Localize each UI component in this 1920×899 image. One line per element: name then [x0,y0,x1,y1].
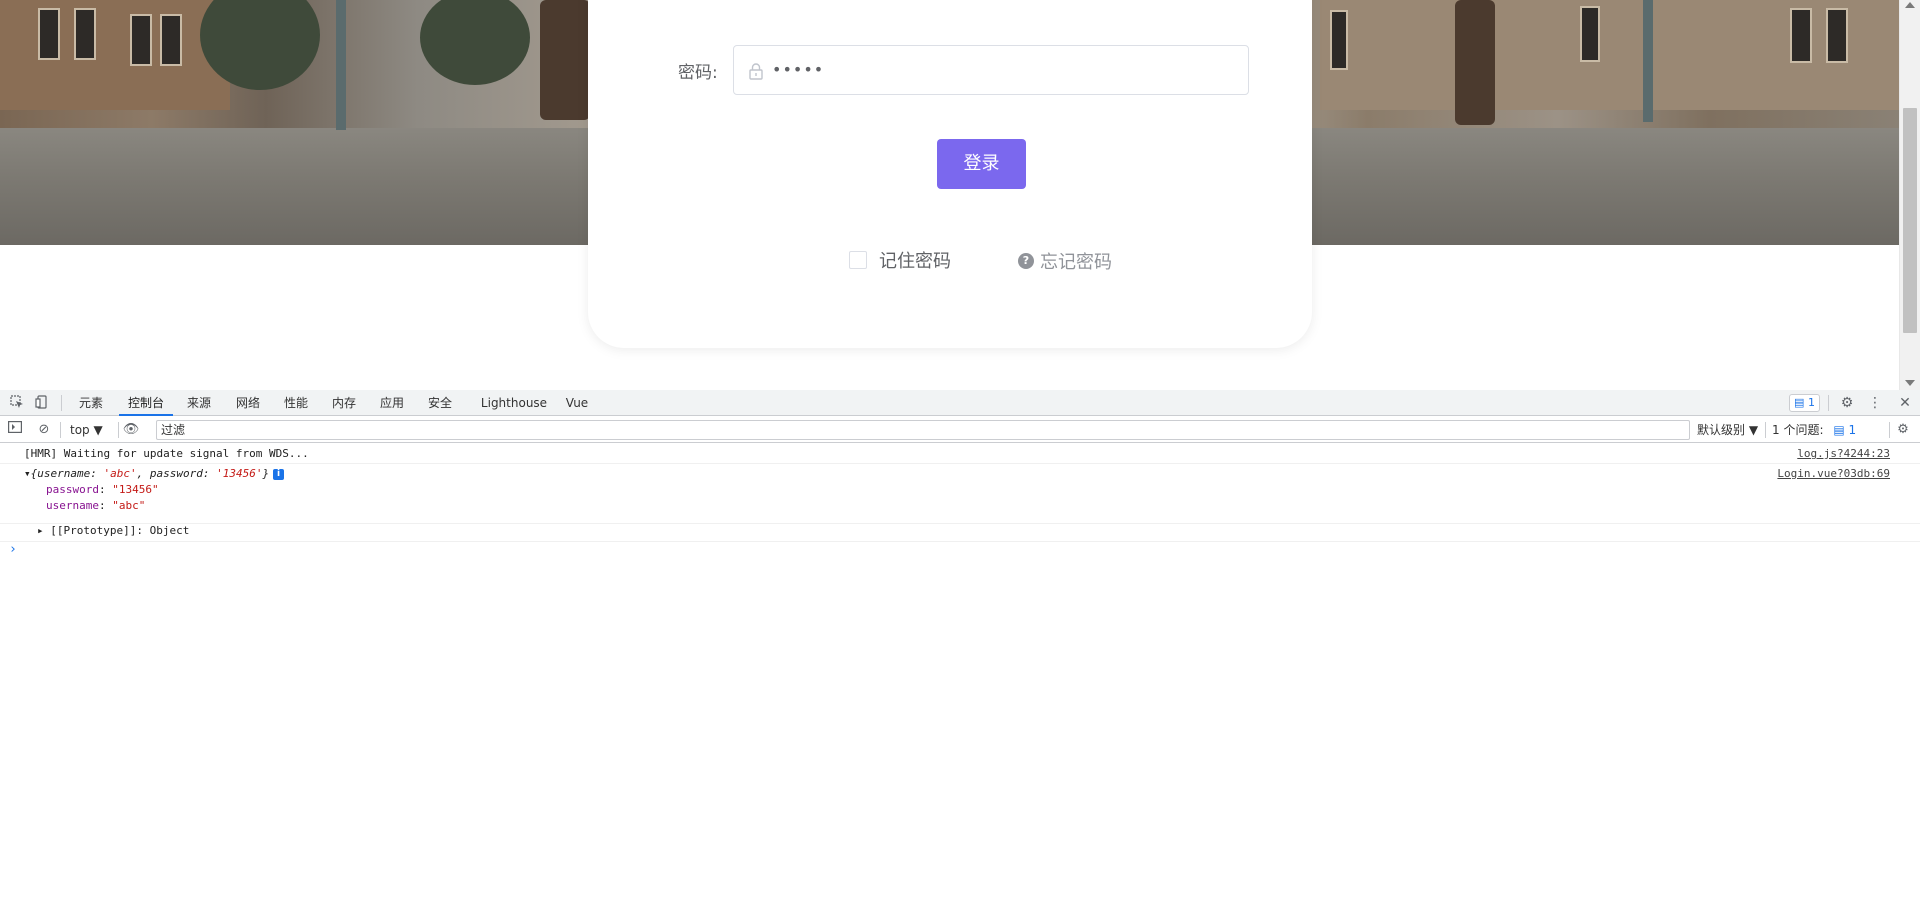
console-message: [HMR] Waiting for update signal from WDS… [0,444,1920,464]
issues-badge-count: 1 [1807,396,1815,409]
device-toolbar-icon[interactable] [34,395,50,411]
tab-memory[interactable]: 内存 [329,390,359,416]
console-toolbar: ⊘ top ▼ 👁 过滤 默认级别 ▼ 1 个问题: ▤ 1 ⚙ [0,417,1920,443]
issues-count-badge: ▤ 1 [1833,423,1857,437]
devtools-tab-bar: 元素 控制台 来源 网络 性能 内存 应用 安全 Lighthouse Vue … [0,390,1920,416]
property-value: "abc" [112,499,146,512]
background-window [1790,8,1812,63]
scroll-thumb[interactable] [1903,108,1917,333]
page-scrollbar[interactable] [1899,0,1920,390]
object-summary[interactable]: ▾{username: 'abc', password: '13456'} i [24,467,285,480]
collapse-triangle-icon[interactable]: ▸ [37,524,44,537]
toolbar-separator [1889,422,1890,438]
gear-icon[interactable]: ⚙ [1838,394,1856,412]
issues-count: 1 [1848,423,1857,437]
message-source-link[interactable]: Login.vue?03db:69 [1777,467,1890,480]
remember-checkbox[interactable] [849,251,867,269]
context-value: top [70,423,90,437]
background-window [1580,6,1600,62]
background-window [130,14,152,66]
background-window [1330,10,1348,70]
hmr-message: [HMR] Waiting for update signal from WDS… [24,447,309,460]
tab-application[interactable]: 应用 [377,390,407,416]
tab-performance[interactable]: 性能 [281,390,311,416]
tab-elements[interactable]: 元素 [76,390,106,416]
background-lamp-pole [336,0,346,130]
scroll-up-arrow-icon[interactable] [1905,2,1915,8]
toolbar-separator [118,422,119,438]
console-settings-gear-icon[interactable]: ⚙ [1894,421,1912,439]
dropdown-arrow-icon: ▼ [1748,423,1759,437]
tab-network[interactable]: 网络 [233,390,263,416]
tab-lighthouse[interactable]: Lighthouse [478,390,550,416]
console-message: ▸ [[Prototype]]: Object [0,524,1920,542]
background-tree-trunk [1455,0,1495,125]
tab-console[interactable]: 控制台 [119,390,173,416]
log-level-value: 默认级别 [1697,423,1746,437]
tab-separator [61,395,62,411]
clear-console-icon[interactable]: ⊘ [35,421,53,439]
object-summary-mid: , password: [136,467,217,480]
object-summary-username: 'abc' [103,467,137,480]
toolbar-separator [60,422,61,438]
background-tree-trunk [540,0,590,120]
tab-separator [1828,395,1829,411]
object-property: username: "abc" [46,499,146,512]
background-building [1320,0,1899,110]
tab-security[interactable]: 安全 [425,390,455,416]
password-label: 密码: [678,63,718,83]
forgot-label: 忘记密码 [1040,252,1112,273]
login-button[interactable]: 登录 [937,139,1026,189]
sidebar-toggle-icon[interactable] [6,421,24,439]
live-expression-icon[interactable]: 👁 [122,421,140,439]
property-value: "13456" [112,483,159,496]
info-icon[interactable]: i [273,468,285,480]
background-window [1826,8,1848,63]
lock-icon [748,62,764,80]
property-key: username [46,499,99,512]
devtools-panel: 元素 控制台 来源 网络 性能 内存 应用 安全 Lighthouse Vue … [0,390,1920,899]
scroll-down-arrow-icon[interactable] [1905,380,1915,386]
object-summary-password: '13456' [216,467,263,480]
context-select[interactable]: top ▼ [70,421,103,439]
question-circle-icon: ? [1018,253,1034,269]
password-input[interactable]: ••••• [733,45,1249,95]
console-output: [HMR] Waiting for update signal from WDS… [0,444,1920,899]
close-icon[interactable]: ✕ [1896,394,1914,412]
login-card: 密码: ••••• 登录 记住密码 ? 忘记密码 [588,0,1312,348]
message-source-link[interactable]: log.js?4244:23 [1797,447,1890,460]
tab-sources[interactable]: 来源 [184,390,214,416]
object-property: password: "13456" [46,483,159,496]
prototype-row[interactable]: ▸ [[Prototype]]: Object [37,524,189,537]
toolbar-separator [1765,422,1766,438]
issues-counter[interactable]: 1 个问题: ▤ 1 [1772,421,1856,439]
remember-label: 记住密码 [879,251,951,272]
console-message: ▾{username: 'abc', password: '13456'} i L… [0,464,1920,524]
background-tree-canopy [420,0,530,85]
property-key: password [46,483,99,496]
log-level-select[interactable]: 默认级别 ▼ [1697,421,1758,439]
message-icon: ▤ [1794,396,1805,409]
background-building [0,0,230,110]
object-summary-prefix: {username: [30,467,104,480]
expand-triangle-icon[interactable]: ▾ [24,467,31,480]
page-viewport: 密码: ••••• 登录 记住密码 ? 忘记密码 [0,0,1920,390]
remember-password[interactable]: 记住密码 [849,247,951,273]
inspect-element-icon[interactable] [9,395,25,411]
password-value: ••••• [772,60,825,79]
background-window [74,8,96,60]
object-summary-suffix: } [262,467,270,480]
background-window [38,8,60,60]
issues-badge[interactable]: ▤ 1 [1789,394,1820,412]
more-vert-icon[interactable]: ⋮ [1866,394,1884,412]
tab-vue[interactable]: Vue [564,390,590,416]
background-window [160,14,182,66]
prototype-text: [[Prototype]]: Object [50,524,190,537]
dropdown-arrow-icon: ▼ [93,423,103,437]
filter-input[interactable]: 过滤 [156,420,1690,440]
issues-text: 1 个问题: [1772,423,1824,437]
forgot-password-link[interactable]: ? 忘记密码 [1018,248,1112,274]
background-lamp-pole [1643,0,1653,122]
console-prompt-icon[interactable]: › [9,542,17,557]
